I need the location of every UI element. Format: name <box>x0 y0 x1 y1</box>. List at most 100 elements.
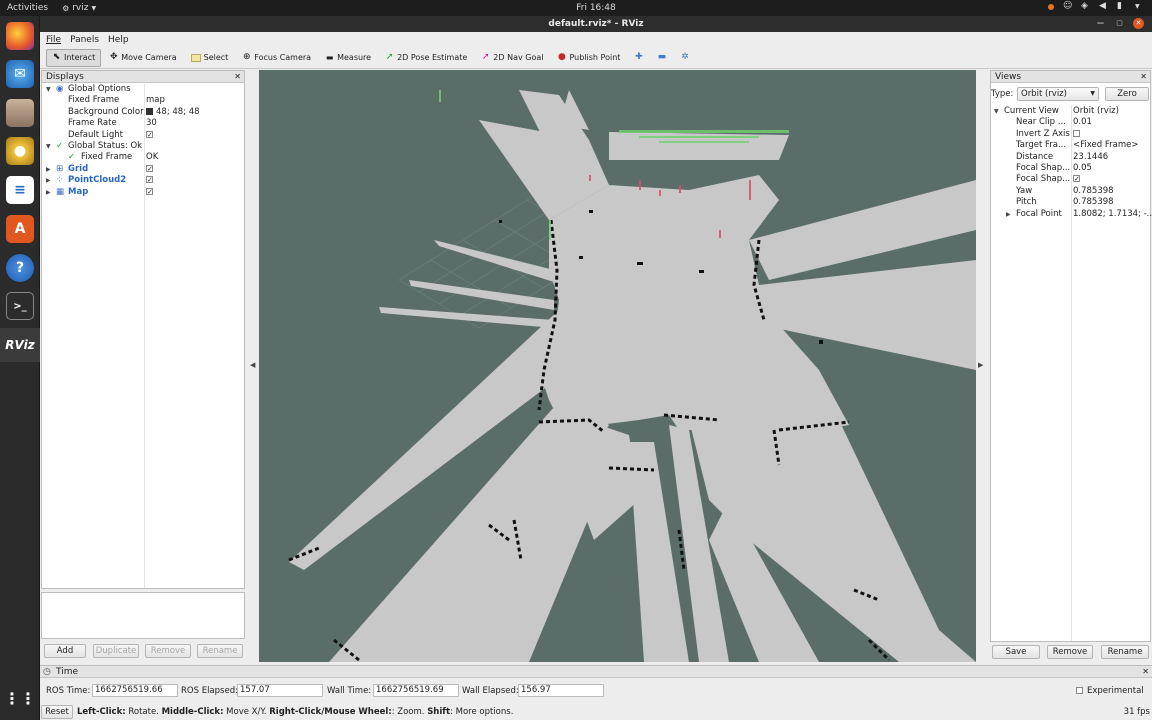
displays-header[interactable]: Displays ✕ <box>42 71 244 83</box>
move-camera-tool[interactable]: ✥ Move Camera <box>103 49 182 67</box>
default-light-checkbox[interactable]: ✓ <box>146 130 153 141</box>
close-icon[interactable]: ✕ <box>234 71 241 83</box>
collapse-arrow-icon[interactable]: ▶ <box>1006 209 1011 220</box>
tool-properties-button[interactable]: ✲ <box>674 49 695 67</box>
target-frame-value[interactable]: <Fixed Frame> <box>1073 140 1138 151</box>
files-icon[interactable] <box>6 99 34 127</box>
tree-row-fixed-frame[interactable]: Fixed Frame map <box>42 95 244 106</box>
zero-view-button[interactable]: Zero <box>1105 87 1149 101</box>
close-icon[interactable]: ✕ <box>1142 666 1149 678</box>
save-view-button[interactable]: Save <box>992 645 1040 659</box>
render-viewport[interactable] <box>259 70 976 662</box>
menu-file[interactable]: File <box>46 35 61 45</box>
window-titlebar[interactable]: default.rviz* - RViz — ▢ ✕ <box>40 16 1152 32</box>
help-icon[interactable]: ? <box>6 254 34 282</box>
focal-point-value[interactable]: 1.8082; 1.7134; -... <box>1073 209 1152 220</box>
map-enabled-checkbox[interactable]: ✓ <box>146 187 153 198</box>
background-color-value[interactable]: 48; 48; 48 <box>146 107 200 118</box>
minimize-icon[interactable]: — <box>1095 18 1106 29</box>
apps-grid-icon[interactable]: ⋮⋮ <box>4 684 36 712</box>
grid-enabled-checkbox[interactable]: ✓ <box>146 164 153 175</box>
views-header[interactable]: Views ✕ <box>991 71 1150 83</box>
frame-rate-value[interactable]: 30 <box>146 118 157 129</box>
tree-row-near-clip[interactable]: Near Clip ... 0.01 <box>991 117 1150 128</box>
tree-row-global-options[interactable]: ▼ ◉ Global Options <box>42 84 244 95</box>
time-header[interactable]: ◷ Time ✕ <box>40 666 1152 678</box>
wall-elapsed-field[interactable]: 156.97 <box>518 684 604 697</box>
tree-row-distance[interactable]: Distance 23.1446 <box>991 152 1150 163</box>
maximize-icon[interactable]: ▢ <box>1114 18 1125 29</box>
rename-view-button[interactable]: Rename <box>1101 645 1149 659</box>
clock[interactable]: Fri 16:48 <box>0 3 1152 13</box>
tree-row-global-status[interactable]: ▼ ✓ Global Status: Ok <box>42 141 244 152</box>
expand-arrow-icon[interactable]: ▼ <box>46 84 51 95</box>
close-icon[interactable]: ✕ <box>1140 71 1147 83</box>
terminal-icon[interactable]: >_ <box>6 292 34 320</box>
close-icon[interactable]: ✕ <box>1133 18 1144 29</box>
pose-estimate-tool[interactable]: ➚ 2D Pose Estimate <box>379 49 473 67</box>
ros-elapsed-field[interactable]: 157.07 <box>237 684 323 697</box>
software-icon[interactable]: A <box>6 215 34 243</box>
thunderbird-icon[interactable]: ✉ <box>6 60 34 88</box>
tree-row-grid[interactable]: ▶ ⊞ Grid ✓ <box>42 164 244 175</box>
app-menu[interactable]: ⚙ rviz ▼ <box>62 3 96 13</box>
wall-time-field[interactable]: 1662756519.69 <box>373 684 459 697</box>
tree-row-map[interactable]: ▶ ▦ Map ✓ <box>42 187 244 198</box>
rename-display-button[interactable]: Rename <box>197 644 243 658</box>
view-type-select[interactable]: Orbit (rviz) ▼ <box>1017 87 1099 101</box>
focal-shape-size-value[interactable]: 0.05 <box>1073 163 1092 174</box>
expand-arrow-icon[interactable]: ▼ <box>46 141 51 152</box>
writer-icon[interactable]: ≡ <box>6 176 34 204</box>
reset-button[interactable]: Reset <box>41 705 73 719</box>
menu-help[interactable]: Help <box>108 35 129 45</box>
pointcloud2-enabled-checkbox[interactable]: ✓ <box>146 175 153 186</box>
menu-panels[interactable]: Panels <box>70 35 99 45</box>
rhythmbox-icon[interactable]: ● <box>6 137 34 165</box>
tree-row-status-fixed-frame[interactable]: ✓ Fixed Frame OK <box>42 152 244 163</box>
distance-value[interactable]: 23.1446 <box>1073 152 1108 163</box>
remove-view-button[interactable]: Remove <box>1047 645 1093 659</box>
tree-row-focal-point[interactable]: ▶ Focal Point 1.8082; 1.7134; -... <box>991 209 1152 220</box>
tree-row-invert-z[interactable]: Invert Z Axis <box>991 129 1150 140</box>
tree-row-pointcloud2[interactable]: ▶ ⁘ PointCloud2 ✓ <box>42 175 244 186</box>
tree-row-frame-rate[interactable]: Frame Rate 30 <box>42 118 244 129</box>
tree-row-background-color[interactable]: Background Color 48; 48; 48 <box>42 107 244 118</box>
tree-row-current-view[interactable]: ▼ Current View Orbit (rviz) <box>991 106 1150 117</box>
tree-row-default-light[interactable]: Default Light ✓ <box>42 130 244 141</box>
system-tray[interactable]: ☺ ◈ ◀ ▮ ▼ <box>1048 2 1144 11</box>
remove-tool-button[interactable]: ▬ <box>651 49 672 67</box>
collapse-arrow-icon[interactable]: ▶ <box>46 164 51 175</box>
near-clip-value[interactable]: 0.01 <box>1073 117 1092 128</box>
collapse-arrow-icon[interactable]: ▶ <box>46 175 51 186</box>
tree-row-pitch[interactable]: Pitch 0.785398 <box>991 197 1150 208</box>
activities-button[interactable]: Activities <box>7 3 48 13</box>
tree-row-yaw[interactable]: Yaw 0.785398 <box>991 186 1150 197</box>
focus-camera-tool[interactable]: ⊕ Focus Camera <box>236 49 317 67</box>
remove-display-button[interactable]: Remove <box>145 644 191 658</box>
tree-row-focal-shape-fixed[interactable]: Focal Shap... ✓ <box>991 174 1150 185</box>
duplicate-display-button[interactable]: Duplicate <box>93 644 139 658</box>
right-splitter-arrow-icon[interactable]: ▶ <box>978 361 983 369</box>
rviz-icon[interactable]: RViz <box>0 328 40 362</box>
expand-arrow-icon[interactable]: ▼ <box>994 106 999 117</box>
fixed-frame-value[interactable]: map <box>146 95 165 106</box>
invert-z-checkbox[interactable] <box>1073 129 1080 140</box>
occupancy-map[interactable] <box>259 70 976 662</box>
collapse-arrow-icon[interactable]: ▶ <box>46 187 51 198</box>
add-tool-button[interactable]: ✚ <box>628 49 649 67</box>
focal-shape-fixed-checkbox[interactable]: ✓ <box>1073 174 1080 185</box>
experimental-checkbox[interactable] <box>1076 686 1083 696</box>
ros-time-field[interactable]: 1662756519.66 <box>92 684 178 697</box>
tree-row-target-frame[interactable]: Target Fra... <Fixed Frame> <box>991 140 1150 151</box>
interact-tool[interactable]: ⬉ Interact <box>46 48 102 67</box>
left-splitter-arrow-icon[interactable]: ◀ <box>250 361 255 369</box>
publish-point-tool[interactable]: ● Publish Point <box>551 49 626 67</box>
select-tool[interactable]: Select <box>185 49 235 67</box>
yaw-value[interactable]: 0.785398 <box>1073 186 1114 197</box>
pitch-value[interactable]: 0.785398 <box>1073 197 1114 208</box>
measure-tool[interactable]: ▬ Measure <box>319 49 377 67</box>
firefox-icon[interactable] <box>6 22 34 50</box>
add-display-button[interactable]: Add <box>44 644 86 658</box>
tree-row-focal-shape-size[interactable]: Focal Shap... 0.05 <box>991 163 1150 174</box>
nav-goal-tool[interactable]: ➚ 2D Nav Goal <box>475 49 549 67</box>
